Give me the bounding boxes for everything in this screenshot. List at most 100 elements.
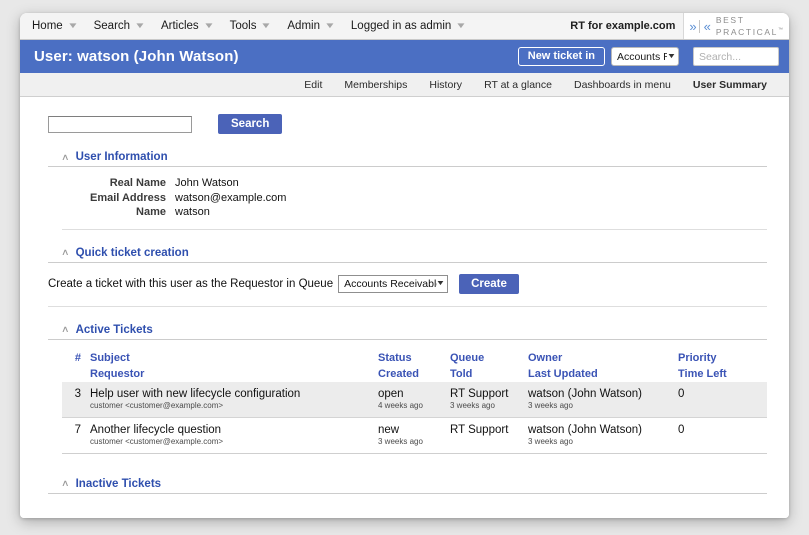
nav-item-search[interactable]: Search ▼	[93, 20, 146, 32]
chevron-down-icon: ▼	[324, 21, 336, 30]
ticket-priority: 0	[678, 387, 685, 400]
col-header-queue[interactable]: Queue	[450, 350, 528, 366]
nav-item-tools[interactable]: Tools ▼	[229, 20, 273, 32]
col-header-id[interactable]: #	[62, 350, 90, 366]
tab-history[interactable]: History	[429, 79, 462, 91]
col-header-priority[interactable]: Priority	[678, 350, 767, 366]
ticket-last-updated: 3 weeks ago	[528, 400, 573, 410]
table-header-row-1: # Subject Status Queue Owner Priority	[62, 350, 767, 366]
global-search-input[interactable]	[693, 47, 779, 66]
double-chevron-left-icon: «	[698, 19, 711, 33]
cell-status: new 3 weeks ago	[378, 417, 450, 453]
user-info-row-email: Email Address watson@example.com	[62, 191, 767, 206]
ticket-requestor: customer <customer@example.com>	[90, 436, 224, 446]
ticket-told: 3 weeks ago	[450, 400, 495, 410]
ticket-status: new	[378, 423, 400, 436]
quick-ticket-creation-section: ∧ Quick ticket creation Create a ticket …	[48, 247, 767, 307]
col-header-created[interactable]: Created	[378, 366, 450, 382]
user-search-button[interactable]: Search	[218, 114, 283, 134]
ticket-created: 3 weeks ago	[378, 436, 423, 446]
quick-ticket-queue-select[interactable]: Accounts Receivable ▼	[338, 274, 449, 293]
user-info-label-name: Name	[136, 206, 166, 218]
nav-item-home-label: Home	[32, 20, 63, 32]
table-row[interactable]: 7 Another lifecycle question customer <c…	[62, 417, 767, 453]
active-tickets-header[interactable]: ∧ Active Tickets	[48, 324, 767, 340]
user-info-value-real-name: John Watson	[175, 177, 239, 189]
ticket-last-updated: 3 weeks ago	[528, 436, 573, 446]
logo-line-1: BEST	[715, 15, 745, 26]
chevron-down-icon: ▼	[666, 53, 677, 60]
nav-item-logged-in-as[interactable]: Logged in as admin ▼	[351, 20, 468, 32]
user-search-input[interactable]	[48, 115, 192, 133]
nav-item-tools-label: Tools	[229, 20, 257, 32]
nav-item-search-label: Search	[93, 20, 131, 32]
col-header-status[interactable]: Status	[378, 350, 450, 366]
col-header-owner[interactable]: Owner	[528, 350, 678, 366]
user-info-label-real-name: Real Name	[109, 177, 166, 189]
user-information-body: Real Name John Watson Email Address wats…	[62, 167, 767, 230]
cell-id: 3	[62, 381, 90, 417]
col-header-told[interactable]: Told	[450, 366, 528, 382]
tab-dashboards-in-menu[interactable]: Dashboards in menu	[574, 79, 671, 91]
best-practical-wordmark: BEST PRACTICAL™	[716, 15, 783, 37]
page-title: User: watson (John Watson)	[34, 48, 239, 65]
top-navigation-bar: Home ▼ Search ▼ Articles ▼ Tools ▼ Admin…	[20, 13, 789, 40]
cell-queue: RT Support 3 weeks ago	[450, 381, 528, 417]
cell-queue: RT Support	[450, 417, 528, 453]
new-ticket-queue-value: Accounts Re	[617, 50, 667, 63]
cell-priority: 0	[678, 417, 767, 453]
quick-ticket-title: Quick ticket creation	[75, 246, 189, 259]
new-ticket-in-button[interactable]: New ticket in	[517, 47, 605, 66]
ticket-owner: watson (John Watson)	[528, 423, 642, 436]
ticket-subject-link[interactable]: Another lifecycle question	[90, 418, 378, 437]
new-ticket-queue-select[interactable]: Accounts Re ▼	[611, 47, 679, 66]
nav-item-home[interactable]: Home ▼	[32, 20, 79, 32]
collapse-caret-icon[interactable]: ∧	[61, 248, 70, 257]
active-tickets-bottom-rule	[62, 452, 767, 454]
page-content: Search ∧ User Information Real Name John…	[20, 97, 789, 518]
tab-edit[interactable]: Edit	[304, 79, 322, 91]
active-tickets-title: Active Tickets	[75, 323, 153, 336]
ticket-id: 7	[74, 423, 81, 436]
collapse-caret-icon[interactable]: ∧	[61, 152, 70, 162]
chevron-down-icon: ▼	[134, 21, 146, 30]
col-header-last-updated[interactable]: Last Updated	[528, 366, 678, 382]
ticket-time-left	[678, 401, 767, 408]
inactive-tickets-header[interactable]: ∧ Inactive Tickets	[48, 478, 767, 494]
user-information-title: User Information	[75, 151, 168, 163]
ticket-subject-link[interactable]: Help user with new lifecycle configurati…	[90, 382, 378, 401]
table-row[interactable]: 3 Help user with new lifecycle configura…	[62, 381, 767, 417]
table-header-row-2: Requestor Created Told Last Updated Time…	[62, 366, 767, 382]
tab-rt-at-a-glance[interactable]: RT at a glance	[484, 79, 552, 91]
active-tickets-table-wrap: # Subject Status Queue Owner Priority Re…	[62, 340, 767, 453]
nav-item-articles[interactable]: Articles ▼	[161, 20, 215, 32]
col-header-time-left[interactable]: Time Left	[678, 366, 767, 382]
tab-user-summary[interactable]: User Summary	[693, 79, 767, 91]
user-search-row: Search	[48, 97, 767, 134]
col-header-blank	[62, 366, 90, 382]
user-information-section: ∧ User Information Real Name John Watson…	[48, 151, 767, 230]
rt-instance-label: RT for example.com	[570, 20, 676, 32]
ticket-created: 4 weeks ago	[378, 400, 423, 410]
create-ticket-button[interactable]: Create	[459, 273, 519, 294]
ticket-told	[450, 437, 528, 444]
tab-memberships[interactable]: Memberships	[344, 79, 407, 91]
col-header-requestor[interactable]: Requestor	[90, 366, 378, 382]
user-information-header[interactable]: ∧ User Information	[48, 151, 767, 167]
user-info-label-email: Email Address	[89, 191, 166, 204]
logo-line-2: PRACTICAL	[715, 26, 778, 37]
chevron-down-icon: ▼	[435, 280, 446, 287]
col-header-subject[interactable]: Subject	[90, 350, 378, 366]
cell-status: open 4 weeks ago	[378, 381, 450, 417]
nav-item-admin[interactable]: Admin ▼	[287, 20, 336, 32]
collapse-caret-icon[interactable]: ∧	[61, 479, 70, 488]
ticket-queue: RT Support	[450, 423, 509, 436]
cell-priority: 0	[678, 381, 767, 417]
trademark-icon: ™	[778, 27, 783, 34]
nav-item-admin-label: Admin	[287, 20, 320, 32]
chevron-down-icon: ▼	[455, 21, 468, 30]
active-tickets-table: # Subject Status Queue Owner Priority Re…	[62, 350, 767, 453]
collapse-caret-icon[interactable]: ∧	[61, 325, 70, 334]
quick-ticket-header[interactable]: ∧ Quick ticket creation	[48, 247, 767, 263]
ticket-owner: watson (John Watson)	[528, 387, 642, 400]
